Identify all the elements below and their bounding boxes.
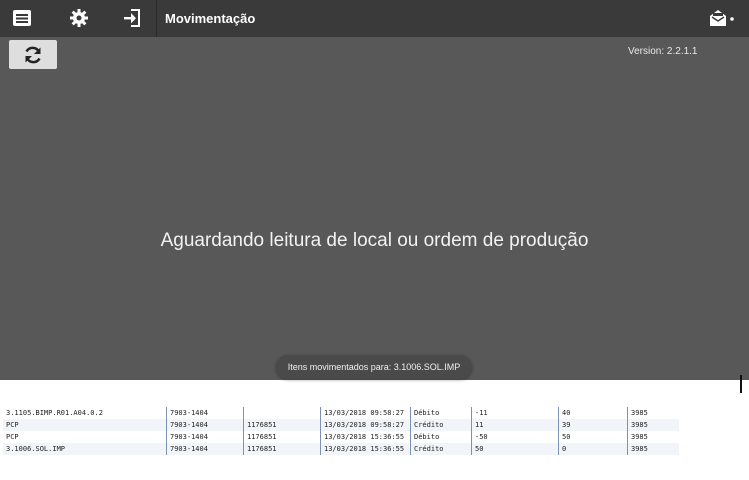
refresh-icon — [25, 46, 41, 63]
mail-notification-icon[interactable] — [708, 7, 738, 29]
location-cell: 3.1105.BIMP.R01.A04.0.2 — [3, 407, 167, 419]
waiting-message: Aguardando leitura de local ou ordem de … — [160, 230, 589, 251]
balance-cell: 50 — [558, 431, 628, 443]
movements-table: 3.1105.BIMP.R01.A04.0.2 7903-1404 13/03/… — [3, 407, 679, 455]
location-cell: PCP — [3, 419, 167, 431]
quantity-cell: -50 — [471, 431, 559, 443]
table-row[interactable]: PCP 7903-1404 1176851 13/03/2018 15:36:5… — [3, 431, 679, 443]
order-cell: 1176851 — [243, 443, 321, 455]
page-title: Movimentação — [165, 11, 256, 26]
title-separator — [156, 0, 157, 37]
code-cell: 3985 — [627, 431, 679, 443]
table-row[interactable]: PCP 7903-1404 1176851 13/03/2018 09:58:2… — [3, 419, 679, 431]
product-cell: 7903-1404 — [166, 431, 244, 443]
window-edge-mark — [740, 375, 742, 393]
quantity-cell: -11 — [471, 407, 559, 419]
main-panel: Version: 2.2.1.1 Aguardando leitura de l… — [0, 37, 749, 380]
table-row[interactable]: 3.1105.BIMP.R01.A04.0.2 7903-1404 13/03/… — [3, 407, 679, 419]
refresh-button[interactable] — [9, 40, 57, 69]
settings-gear-icon[interactable] — [67, 7, 91, 29]
type-cell: Débito — [410, 407, 472, 419]
order-cell — [243, 407, 321, 419]
menu-icon[interactable] — [10, 7, 34, 29]
location-cell: 3.1006.SOL.IMP — [3, 443, 167, 455]
product-cell: 7903-1404 — [166, 407, 244, 419]
datetime-cell: 13/03/2018 09:58:27 — [320, 419, 411, 431]
order-cell: 1176851 — [243, 419, 321, 431]
balance-cell: 39 — [558, 419, 628, 431]
top-app-bar: Movimentação — [0, 0, 749, 37]
toast-message: Itens movimentados para: 3.1006.SOL.IMP — [276, 355, 472, 379]
product-cell: 7903-1404 — [166, 419, 244, 431]
balance-cell: 0 — [558, 443, 628, 455]
quantity-cell: 11 — [471, 419, 559, 431]
code-cell: 3985 — [627, 419, 679, 431]
product-cell: 7903-1404 — [166, 443, 244, 455]
location-cell: PCP — [3, 431, 167, 443]
version-label: Version: 2.2.1.1 — [628, 46, 698, 57]
datetime-cell: 13/03/2018 15:36:55 — [320, 443, 411, 455]
datetime-cell: 13/03/2018 15:36:55 — [320, 431, 411, 443]
type-cell: Débito — [410, 431, 472, 443]
quantity-cell: 50 — [471, 443, 559, 455]
code-cell: 3985 — [627, 407, 679, 419]
code-cell: 3985 — [627, 443, 679, 455]
balance-cell: 40 — [558, 407, 628, 419]
order-cell: 1176851 — [243, 431, 321, 443]
datetime-cell: 13/03/2018 09:58:27 — [320, 407, 411, 419]
type-cell: Crédito — [410, 443, 472, 455]
login-icon[interactable] — [120, 7, 144, 29]
table-row[interactable]: 3.1006.SOL.IMP 7903-1404 1176851 13/03/2… — [3, 443, 679, 455]
type-cell: Crédito — [410, 419, 472, 431]
